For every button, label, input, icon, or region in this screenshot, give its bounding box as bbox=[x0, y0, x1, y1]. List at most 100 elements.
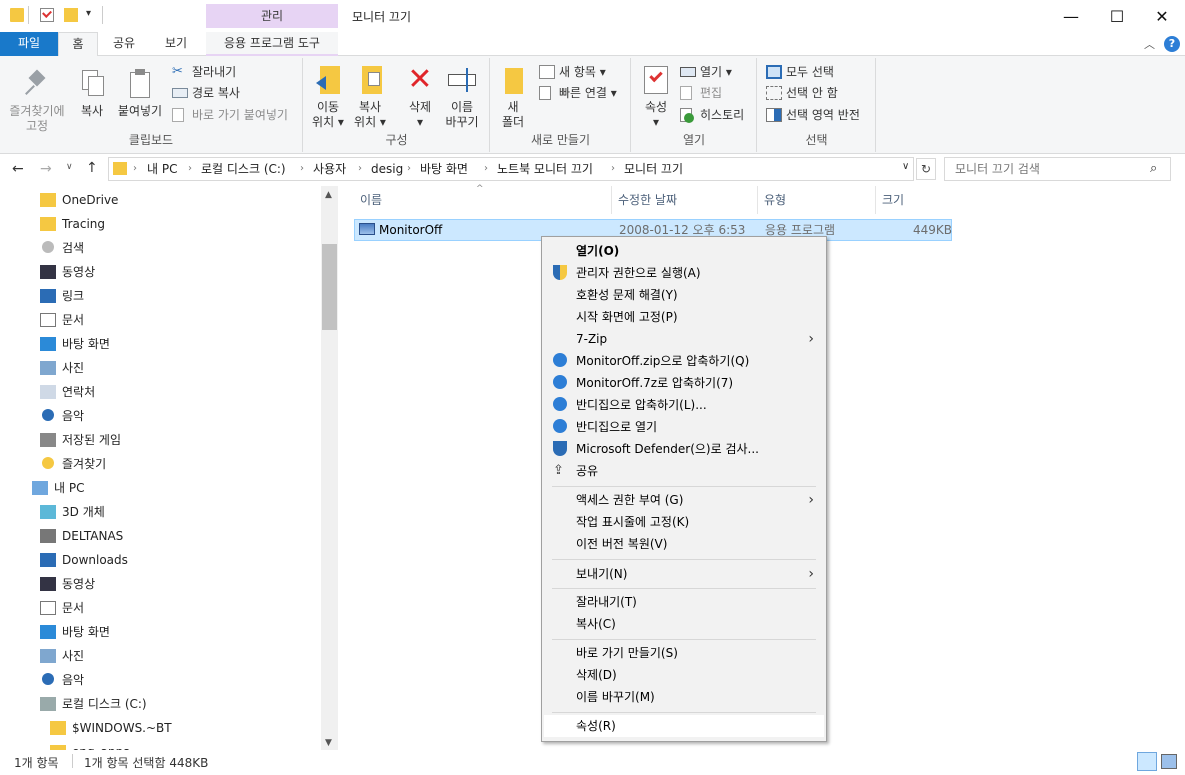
copy-to-button[interactable]: 복사 위치 ▾ bbox=[350, 64, 390, 130]
nav-item[interactable]: 사진 bbox=[40, 356, 84, 380]
open-button[interactable]: 열기 ▾ bbox=[680, 62, 732, 82]
cut-button[interactable]: ✂ 잘라내기 bbox=[172, 62, 236, 82]
menu-item-restore[interactable]: 이전 버전 복원(V) bbox=[544, 533, 824, 555]
rename-button[interactable]: 이름 바꾸기 bbox=[442, 64, 482, 130]
breadcrumb-item[interactable]: 모니터 끄기 bbox=[624, 158, 683, 180]
nav-item[interactable]: 3D 개체 bbox=[40, 500, 105, 524]
menu-item-copy[interactable]: 복사(C) bbox=[544, 613, 824, 635]
nav-item[interactable]: OneDrive bbox=[40, 188, 118, 212]
nav-item[interactable]: 동영상 bbox=[40, 260, 95, 284]
menu-item-run-admin[interactable]: 관리자 권한으로 실행(A) bbox=[544, 262, 824, 284]
breadcrumb-item[interactable]: 로컬 디스크 (C:) bbox=[201, 158, 286, 180]
column-header-size[interactable]: 크기 bbox=[876, 186, 952, 214]
tab-share[interactable]: 공유 bbox=[102, 32, 146, 56]
nav-item[interactable]: 음악 bbox=[40, 404, 84, 428]
select-all-button[interactable]: 모두 선택 bbox=[766, 62, 834, 82]
menu-item-send-to[interactable]: 보내기(N) › bbox=[544, 563, 824, 585]
tab-home[interactable]: 홈 bbox=[58, 32, 98, 57]
nav-item[interactable]: 문서 bbox=[40, 308, 84, 332]
nav-scrollbar-thumb[interactable] bbox=[322, 244, 337, 330]
nav-item[interactable]: 음악 bbox=[40, 668, 84, 692]
move-to-button[interactable]: 이동 위치 ▾ bbox=[308, 64, 348, 130]
nav-item[interactable]: 링크 bbox=[40, 284, 84, 308]
properties-icon[interactable] bbox=[40, 8, 54, 22]
nav-item[interactable]: 연락처 bbox=[40, 380, 95, 404]
menu-item-properties[interactable]: 속성(R) bbox=[544, 715, 824, 737]
menu-item-bandizip-compress[interactable]: 반디집으로 압축하기(L)... bbox=[544, 394, 824, 416]
scroll-down-icon[interactable]: ▼ bbox=[325, 738, 332, 748]
tab-file[interactable]: 파일 bbox=[0, 32, 58, 56]
menu-item-give-access[interactable]: 액세스 권한 부여 (G) › bbox=[544, 489, 824, 511]
up-arrow-icon[interactable]: ↑ bbox=[86, 160, 98, 176]
breadcrumb-item[interactable]: desig bbox=[371, 158, 403, 180]
nav-item[interactable]: 바탕 화면 bbox=[40, 332, 110, 356]
menu-item-bandizip-zip[interactable]: MonitorOff.zip으로 압축하기(Q) bbox=[544, 350, 824, 372]
recent-chevron-icon[interactable]: ∨ bbox=[66, 162, 73, 172]
edit-button[interactable]: 편집 bbox=[680, 83, 722, 103]
history-button[interactable]: 히스토리 bbox=[680, 105, 744, 125]
help-icon[interactable]: ? bbox=[1164, 36, 1180, 52]
forward-arrow-icon[interactable]: → bbox=[40, 161, 52, 177]
nav-item[interactable]: 문서 bbox=[40, 596, 84, 620]
nav-item[interactable]: 즐겨찾기 bbox=[40, 452, 106, 476]
tab-app-tools[interactable]: 응용 프로그램 도구 bbox=[206, 32, 338, 56]
column-header-type[interactable]: 유형 bbox=[758, 186, 876, 214]
nav-item[interactable]: 내 PC bbox=[32, 476, 84, 500]
menu-item-share[interactable]: ⇪ 공유 bbox=[544, 460, 824, 482]
breadcrumb-item[interactable]: 사용자 bbox=[313, 158, 346, 180]
menu-item-pin-taskbar[interactable]: 작업 표시줄에 고정(K) bbox=[544, 511, 824, 533]
menu-item-defender[interactable]: Microsoft Defender(으)로 검사... bbox=[544, 438, 824, 460]
column-header-date[interactable]: 수정한 날짜 bbox=[612, 186, 758, 214]
properties-button[interactable]: 속성 ▾ bbox=[638, 64, 674, 130]
nav-item[interactable]: Downloads bbox=[40, 548, 128, 572]
new-folder-icon[interactable] bbox=[64, 8, 78, 22]
menu-item-create-shortcut[interactable]: 바로 가기 만들기(S) bbox=[544, 642, 824, 664]
details-view-icon[interactable] bbox=[1137, 752, 1157, 771]
nav-item[interactable]: 바탕 화면 bbox=[40, 620, 110, 644]
nav-item[interactable]: Tracing bbox=[40, 212, 105, 236]
menu-item-delete[interactable]: 삭제(D) bbox=[544, 664, 824, 686]
paste-button[interactable]: 붙여넣기 bbox=[114, 68, 166, 119]
invert-selection-button[interactable]: 선택 영역 반전 bbox=[766, 105, 860, 125]
nav-item[interactable]: 검색 bbox=[40, 236, 84, 260]
menu-item-bandizip-7z[interactable]: MonitorOff.7z로 압축하기(7) bbox=[544, 372, 824, 394]
new-folder-button[interactable]: 새 폴더 bbox=[497, 64, 529, 130]
scroll-up-icon[interactable]: ▲ bbox=[325, 190, 332, 200]
nav-item[interactable]: 동영상 bbox=[40, 572, 95, 596]
large-icons-view-icon[interactable] bbox=[1161, 754, 1177, 769]
delete-button[interactable]: ✕ 삭제 ▾ bbox=[400, 64, 440, 130]
breadcrumb-item[interactable]: 내 PC bbox=[147, 158, 177, 180]
customize-quick-access-icon[interactable]: ▾ bbox=[86, 8, 91, 19]
menu-item-compatibility[interactable]: 호환성 문제 해결(Y) bbox=[544, 284, 824, 306]
nav-item[interactable]: 로컬 디스크 (C:) bbox=[40, 692, 147, 716]
tab-view[interactable]: 보기 bbox=[152, 32, 200, 56]
copy-path-button[interactable]: 경로 복사 bbox=[172, 83, 240, 103]
menu-item-cut[interactable]: 잘라내기(T) bbox=[544, 591, 824, 613]
pin-quick-access-button[interactable]: 즐겨찾기에 고정 bbox=[4, 68, 70, 134]
maximize-button[interactable]: ☐ bbox=[1094, 0, 1140, 32]
menu-item-7zip[interactable]: 7-Zip › bbox=[544, 328, 824, 350]
nav-item[interactable]: DELTANAS bbox=[40, 524, 123, 548]
easy-access-button[interactable]: 빠른 연결 ▾ bbox=[539, 83, 617, 103]
nav-item[interactable]: 저장된 게임 bbox=[40, 428, 121, 452]
close-button[interactable]: ✕ bbox=[1139, 0, 1185, 32]
collapse-ribbon-icon[interactable]: ︿ bbox=[1144, 36, 1155, 52]
back-arrow-icon[interactable]: ← bbox=[12, 161, 24, 177]
nav-item[interactable]: $WINDOWS.~BT bbox=[50, 716, 172, 740]
menu-item-bandizip-open[interactable]: 반디집으로 열기 bbox=[544, 416, 824, 438]
new-item-button[interactable]: 새 항목 ▾ bbox=[539, 62, 606, 82]
menu-item-open[interactable]: 열기(O) bbox=[544, 240, 824, 262]
address-bar[interactable]: › 내 PC › 로컬 디스크 (C:) › 사용자 › desig › 바탕 … bbox=[108, 157, 914, 181]
nav-item[interactable]: eng_apps bbox=[50, 740, 129, 750]
menu-item-rename[interactable]: 이름 바꾸기(M) bbox=[544, 686, 824, 708]
select-none-button[interactable]: 선택 안 함 bbox=[766, 83, 838, 103]
menu-item-pin-start[interactable]: 시작 화면에 고정(P) bbox=[544, 306, 824, 328]
address-dropdown-icon[interactable]: ∨ bbox=[902, 161, 909, 172]
minimize-button[interactable]: — bbox=[1048, 0, 1094, 32]
refresh-icon[interactable]: ↻ bbox=[916, 158, 936, 180]
breadcrumb-item[interactable]: 바탕 화면 bbox=[420, 158, 468, 180]
search-input[interactable]: 모니터 끄기 검색 bbox=[944, 157, 1171, 181]
column-header-name[interactable]: 이름 bbox=[354, 186, 612, 214]
breadcrumb-item[interactable]: 노트북 모니터 끄기 bbox=[497, 158, 593, 180]
copy-button[interactable]: 복사 bbox=[74, 68, 110, 119]
